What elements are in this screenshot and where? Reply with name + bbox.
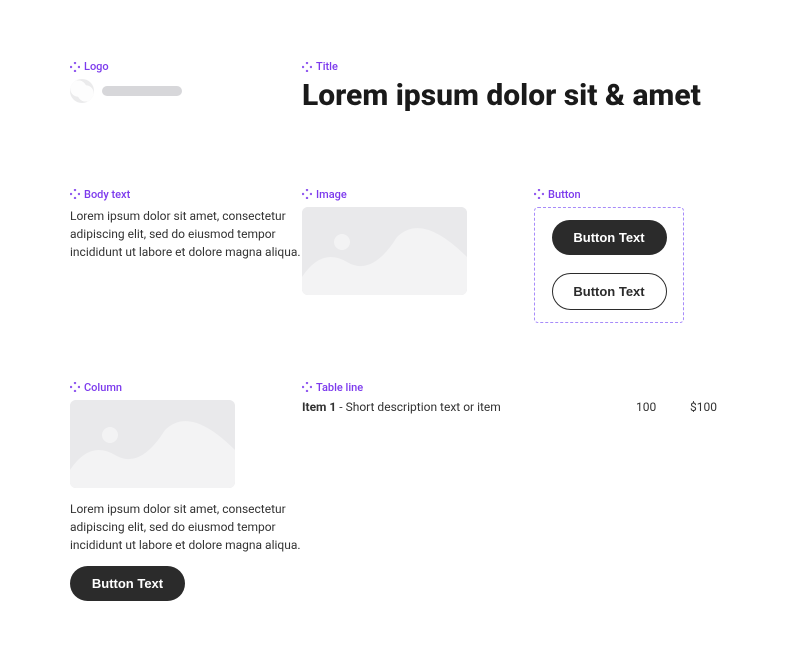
image-label: Image — [302, 188, 534, 201]
button-section: Button Button Text Button Text — [534, 188, 684, 323]
label-text: Image — [316, 188, 347, 201]
button-label: Button — [534, 188, 684, 201]
diamond-icon — [70, 189, 80, 199]
primary-button[interactable]: Button Text — [552, 220, 667, 255]
table-description: Short description text or item — [346, 400, 501, 414]
label-text: Table line — [316, 381, 363, 394]
diamond-icon — [302, 382, 312, 392]
logo-placeholder — [70, 79, 302, 103]
diamond-icon — [534, 189, 544, 199]
diamond-icon — [302, 189, 312, 199]
column-text: Lorem ipsum dolor sit amet, consectetur … — [70, 500, 302, 554]
column-section: Column Lorem ipsum dolor sit amet, conse… — [70, 381, 302, 601]
label-text: Logo — [84, 60, 109, 73]
title-label: Title — [302, 60, 730, 73]
table-separator: - — [336, 400, 345, 414]
logo-avatar — [70, 79, 94, 103]
column-image-placeholder — [70, 400, 235, 488]
body-label: Body text — [70, 188, 302, 201]
secondary-button[interactable]: Button Text — [552, 273, 667, 310]
body-text: Lorem ipsum dolor sit amet, consectetur … — [70, 207, 302, 261]
table-row: Item 1 - Short description text or item … — [302, 400, 730, 414]
image-section: Image — [302, 188, 534, 295]
diamond-icon — [70, 382, 80, 392]
column-button[interactable]: Button Text — [70, 566, 185, 601]
column-label: Column — [70, 381, 302, 394]
label-text: Body text — [84, 188, 130, 201]
table-label: Table line — [302, 381, 730, 394]
logo-text-bar — [102, 86, 182, 96]
table-item-label: Item 1 — [302, 400, 336, 414]
image-placeholder — [302, 207, 467, 295]
diamond-icon — [302, 62, 312, 72]
body-section: Body text Lorem ipsum dolor sit amet, co… — [70, 188, 302, 261]
table-section: Table line Item 1 - Short description te… — [302, 381, 730, 414]
logo-label: Logo — [70, 60, 302, 73]
page-title: Lorem ipsum dolor sit & amet — [302, 79, 730, 114]
diamond-icon — [70, 62, 80, 72]
table-qty: 100 — [636, 400, 670, 414]
table-price: $100 — [690, 400, 730, 414]
label-text: Column — [84, 381, 122, 394]
logo-section: Logo — [70, 60, 302, 103]
label-text: Button — [548, 188, 581, 201]
title-section: Title Lorem ipsum dolor sit & amet — [302, 60, 730, 114]
button-group: Button Text Button Text — [534, 207, 684, 323]
label-text: Title — [316, 60, 338, 73]
